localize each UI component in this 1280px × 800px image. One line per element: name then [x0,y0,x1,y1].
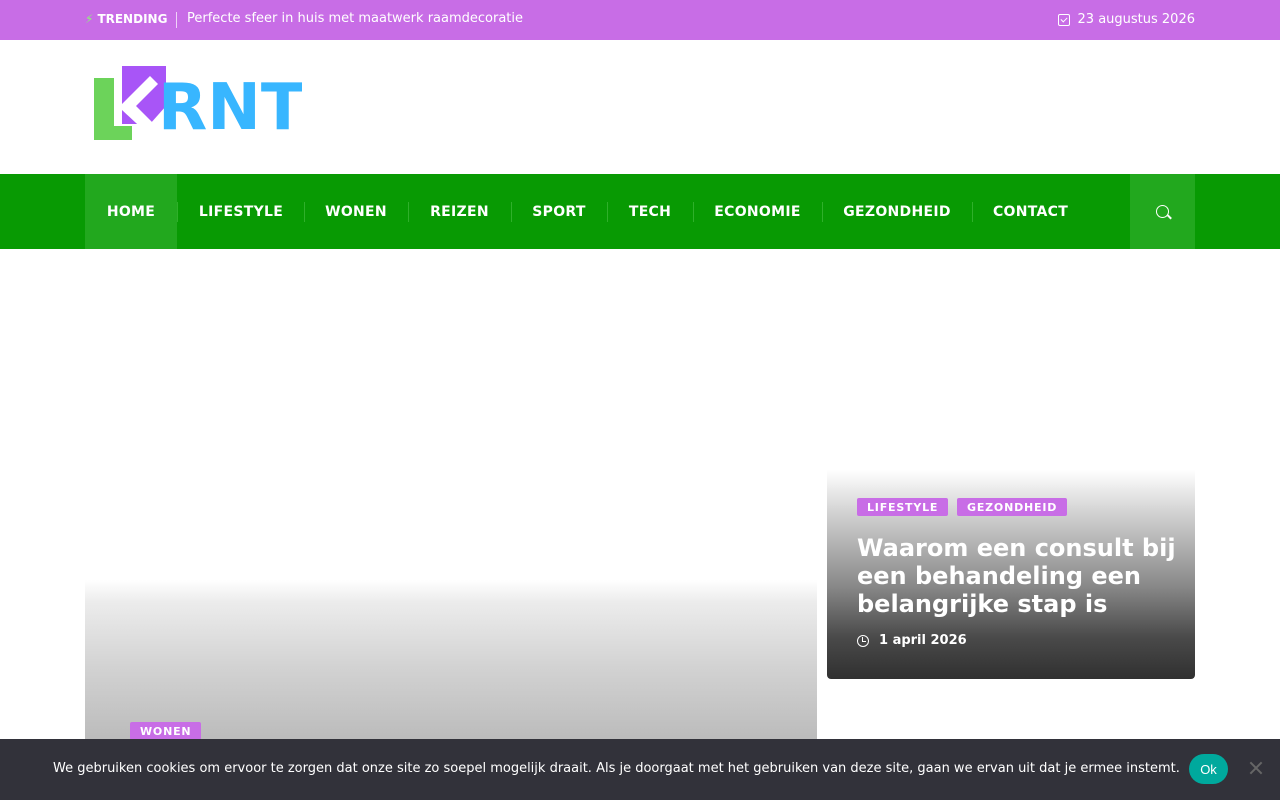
bolt-icon: ⚡ [85,12,94,26]
post-date: 1 april 2026 [857,633,967,648]
nav-item-economie[interactable]: ECONOMIE [693,174,822,249]
search-button[interactable] [1130,174,1195,249]
trending-divider [176,12,177,28]
close-icon[interactable] [1248,760,1264,776]
post-date-text: 1 april 2026 [879,633,967,648]
calendar-check-icon [1057,13,1070,26]
cookie-banner: We gebruiken cookies om ervoor te zorgen… [0,739,1280,800]
nav-item-contact[interactable]: CONTACT [972,174,1089,249]
cookie-message: We gebruiken cookies om ervoor te zorgen… [53,761,1180,776]
logo-text: RNT [158,71,302,142]
nav-item-reizen[interactable]: REIZEN [408,174,511,249]
trending-text: TRENDING [97,12,168,26]
nav-item-wonen[interactable]: WONEN [304,174,408,249]
featured-post-title[interactable]: Waarom een consult bij een behandeling e… [857,534,1177,618]
cookie-accept-button[interactable]: Ok [1189,754,1228,784]
top-bar: ⚡ TRENDING Perfecte sfeer in huis met ma… [0,0,1280,40]
clock-icon [857,634,869,647]
nav-item-tech[interactable]: TECH [607,174,693,249]
nav-inner: HOME LIFESTYLE WONEN REIZEN SPORT TECH E… [85,174,1195,249]
current-date-text: 23 augustus 2026 [1077,12,1195,27]
category-badge-gezondheid[interactable]: GEZONDHEID [957,498,1068,516]
trending-label: ⚡ TRENDING [85,12,167,26]
site-header: RNT [0,40,1280,174]
nav-item-lifestyle[interactable]: LIFESTYLE [177,174,305,249]
trending-headline-link[interactable]: Perfecte sfeer in huis met maatwerk raam… [187,11,523,26]
current-date: 23 augustus 2026 [1057,12,1195,27]
main-navigation: HOME LIFESTYLE WONEN REIZEN SPORT TECH E… [0,174,1280,249]
nav-item-home[interactable]: HOME [85,174,177,249]
logo-k-white-stroke [114,78,122,126]
featured-post-side[interactable]: LIFESTYLE GEZONDHEID Waarom een consult … [827,470,1195,679]
category-badge-wonen[interactable]: WONEN [130,722,202,740]
category-badge-lifestyle[interactable]: LIFESTYLE [857,498,949,516]
site-logo[interactable]: RNT [92,66,302,142]
search-icon [1156,205,1169,218]
nav-item-sport[interactable]: SPORT [511,174,607,249]
nav-item-gezondheid[interactable]: GEZONDHEID [822,174,972,249]
